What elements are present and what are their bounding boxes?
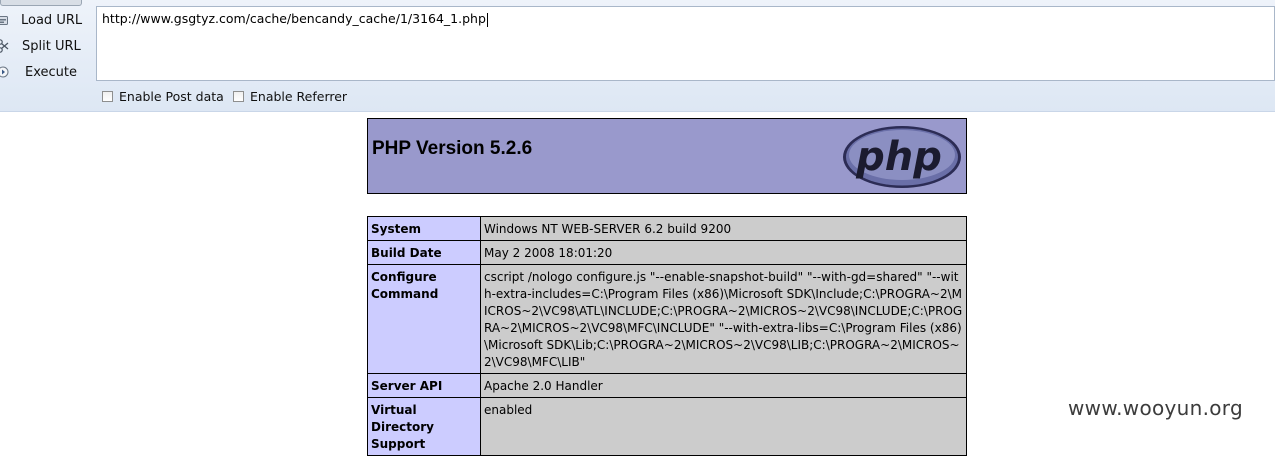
row-value-system: Windows NT WEB-SERVER 6.2 build 9200 [480,216,967,241]
table-row: Virtual Directory Support enabled [367,397,967,456]
text-caret [486,12,488,27]
load-url-button[interactable]: Load URL [0,9,82,31]
enable-referrer-checkbox[interactable]: Enable Referrer [233,89,347,104]
row-value-build-date: May 2 2008 18:01:20 [480,240,967,265]
split-url-label: Split URL [22,38,81,54]
enable-referrer-box[interactable] [233,91,244,102]
enable-post-data-label: Enable Post data [119,89,224,104]
url-text: http://www.gsgtyz.com/cache/bencandy_cac… [102,11,486,26]
php-version-title: PHP Version 5.2.6 [372,138,533,159]
hackbar-toolbar: Load URL Split URL Execute http://www.gs… [0,0,1275,112]
table-row: Server API Apache 2.0 Handler [367,373,967,398]
row-value-server-api: Apache 2.0 Handler [480,373,967,398]
enable-post-data-checkbox[interactable]: Enable Post data [102,89,224,104]
phpinfo-table: System Windows NT WEB-SERVER 6.2 build 9… [367,216,967,456]
table-row: System Windows NT WEB-SERVER 6.2 build 9… [367,216,967,241]
watermark-text: www.wooyun.org [1068,396,1243,420]
url-textarea[interactable]: http://www.gsgtyz.com/cache/bencandy_cac… [96,6,1275,81]
table-row: Configure Command cscript /nologo config… [367,264,967,374]
execute-label: Execute [25,64,77,80]
split-url-button[interactable]: Split URL [0,35,81,57]
php-logo-icon[interactable]: php [841,122,963,194]
phpinfo-header: PHP Version 5.2.6 php [367,118,967,194]
row-key-server-api: Server API [367,373,481,398]
row-key-build-date: Build Date [367,240,481,265]
enable-referrer-label: Enable Referrer [250,89,348,104]
load-url-label: Load URL [21,12,83,28]
row-key-virtual-directory-support: Virtual Directory Support [367,397,481,456]
table-row: Build Date May 2 2008 18:01:20 [367,240,967,265]
row-key-configure-command: Configure Command [367,264,481,374]
execute-button[interactable]: Execute [0,61,77,83]
split-url-icon [0,39,10,53]
load-url-icon [0,13,10,27]
toolbar-top-button-edge[interactable] [0,0,82,6]
php-logo-text: php [855,134,942,180]
row-key-system: System [367,216,481,241]
execute-icon [0,65,10,79]
row-value-virtual-directory-support: enabled [480,397,967,456]
row-value-configure-command: cscript /nologo configure.js "--enable-s… [480,264,967,374]
enable-post-data-box[interactable] [102,91,113,102]
